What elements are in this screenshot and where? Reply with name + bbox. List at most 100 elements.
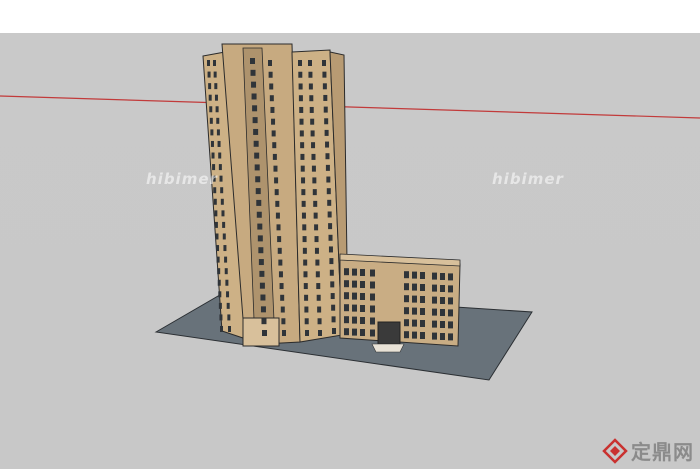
window xyxy=(420,332,425,339)
window xyxy=(315,259,320,266)
window xyxy=(217,140,221,147)
window xyxy=(317,318,322,325)
window xyxy=(214,94,218,101)
window xyxy=(207,60,210,66)
window xyxy=(448,309,453,317)
window xyxy=(302,224,307,231)
window xyxy=(440,273,445,280)
window xyxy=(276,224,281,231)
window xyxy=(313,200,318,207)
window xyxy=(252,105,258,112)
window xyxy=(370,329,375,337)
low-rise-block xyxy=(339,253,461,353)
window xyxy=(309,106,314,113)
window xyxy=(278,271,283,278)
window xyxy=(432,320,437,328)
window xyxy=(209,117,213,124)
window xyxy=(275,212,280,219)
window xyxy=(440,333,445,340)
window xyxy=(360,269,365,276)
window xyxy=(311,165,316,172)
window xyxy=(300,165,305,172)
window xyxy=(412,331,417,339)
window xyxy=(216,256,220,263)
window xyxy=(440,309,445,316)
window xyxy=(274,177,279,184)
window xyxy=(217,268,221,275)
window xyxy=(269,95,274,102)
window xyxy=(272,153,277,160)
window xyxy=(259,282,265,289)
3d-model-scene[interactable] xyxy=(0,0,700,469)
window xyxy=(221,210,225,217)
window xyxy=(298,83,303,90)
window xyxy=(252,117,258,124)
window xyxy=(268,60,272,66)
window xyxy=(370,305,375,313)
window xyxy=(325,141,330,148)
window xyxy=(213,71,217,78)
window xyxy=(218,291,222,298)
window xyxy=(218,164,222,171)
window xyxy=(303,271,308,278)
window xyxy=(301,212,306,219)
window xyxy=(324,118,329,125)
window xyxy=(352,316,357,324)
window xyxy=(316,294,321,301)
window xyxy=(311,142,316,149)
window xyxy=(211,152,215,159)
window xyxy=(324,129,329,136)
window xyxy=(224,268,228,275)
window xyxy=(309,95,314,102)
window xyxy=(326,176,331,183)
window xyxy=(310,118,315,125)
window xyxy=(210,129,214,136)
window xyxy=(352,280,357,288)
window xyxy=(216,129,220,136)
window xyxy=(318,330,322,336)
window xyxy=(302,247,307,254)
window xyxy=(352,304,357,312)
window xyxy=(352,292,357,300)
window xyxy=(271,130,276,137)
window xyxy=(251,93,257,100)
window xyxy=(304,318,309,325)
high-rise-tower xyxy=(202,43,349,347)
window xyxy=(214,221,218,228)
window xyxy=(260,306,266,313)
window xyxy=(258,259,264,266)
window xyxy=(360,281,365,288)
window xyxy=(448,297,453,305)
window xyxy=(216,117,220,124)
window xyxy=(440,285,445,292)
window xyxy=(360,317,365,324)
window xyxy=(258,247,264,254)
window xyxy=(331,316,336,323)
window xyxy=(420,296,425,303)
window xyxy=(280,294,285,301)
window xyxy=(308,71,313,78)
logo-text: 定鼎网 xyxy=(631,440,694,464)
window xyxy=(317,306,322,313)
window xyxy=(260,294,266,301)
tower-entrance xyxy=(242,317,280,347)
sketchup-viewport[interactable]: hibimer hibimer 定鼎网 xyxy=(0,0,700,469)
window xyxy=(305,330,309,336)
window xyxy=(226,302,230,309)
window xyxy=(299,130,304,137)
window xyxy=(301,189,306,196)
window xyxy=(255,176,261,183)
window xyxy=(301,177,306,184)
site-logo[interactable]: 定鼎网 xyxy=(602,436,694,465)
window xyxy=(325,164,330,171)
window xyxy=(303,259,308,266)
window xyxy=(448,285,453,293)
window xyxy=(219,175,223,182)
window xyxy=(224,256,228,263)
window xyxy=(298,60,302,66)
window xyxy=(314,224,319,231)
window xyxy=(253,140,259,147)
window xyxy=(404,331,409,339)
entrance-steps xyxy=(371,343,405,353)
window xyxy=(420,308,425,315)
